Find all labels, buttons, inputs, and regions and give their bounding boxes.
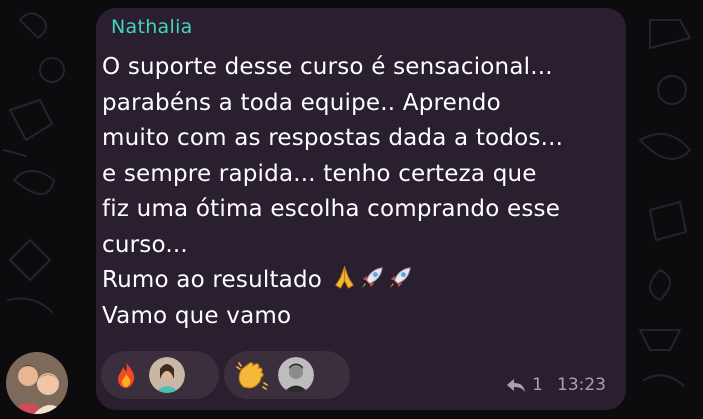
reply-arrow-icon (507, 379, 526, 392)
message-time: 13:23 (557, 375, 606, 395)
message-text: O suporte desse curso é sensacional... p… (102, 50, 617, 334)
message-line: O suporte desse curso é sensacional... (102, 54, 553, 80)
message-line: Vamo que vamo (102, 302, 292, 329)
reaction-clap[interactable] (224, 351, 350, 399)
sender-avatar[interactable] (6, 352, 68, 414)
sender-name[interactable]: Nathalia (111, 16, 193, 38)
message-line: fiz uma ótima escolha comprando esse (102, 196, 561, 222)
message-meta: 1 13:23 (506, 375, 606, 395)
message-line: Rumo ao resultado (102, 267, 323, 293)
rocket-icon (361, 267, 383, 289)
message-line: e sempre rapida... tenho certeza que (102, 160, 537, 187)
avatar (278, 357, 314, 393)
clapping-hands-icon (236, 362, 268, 390)
message-bubble[interactable]: Nathalia O suporte desse curso é sensaci… (96, 8, 626, 410)
message-line: muito com as respostas dada a todos... (102, 125, 564, 151)
reply-count[interactable]: 1 (532, 375, 543, 395)
praying-hands-icon (334, 265, 354, 289)
message-line: parabéns a toda equipe.. Aprendo (102, 89, 501, 116)
fire-icon (118, 362, 135, 388)
avatar (149, 357, 185, 393)
rocket-icon (389, 267, 411, 289)
message-line-with-emojis: Rumo ao resultado (102, 263, 617, 299)
message-line: curso... (102, 231, 188, 258)
reaction-fire[interactable] (101, 351, 219, 399)
